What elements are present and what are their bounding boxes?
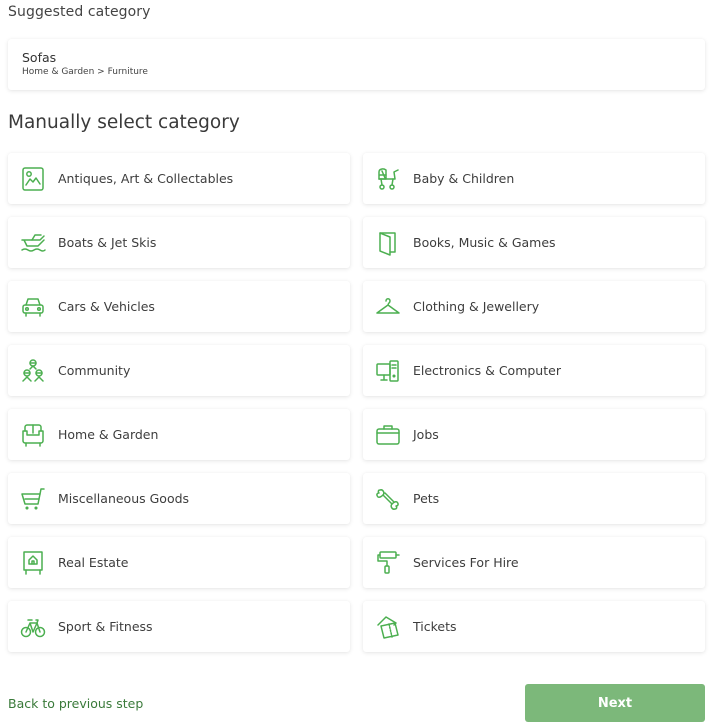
- people-icon: [20, 358, 46, 384]
- category-cars[interactable]: Cars & Vehicles: [8, 281, 350, 332]
- category-label: Books, Music & Games: [413, 235, 556, 250]
- briefcase-icon: [375, 422, 401, 448]
- category-community[interactable]: Community: [8, 345, 350, 396]
- category-label: Sport & Fitness: [58, 619, 153, 634]
- book-icon: [375, 230, 401, 256]
- suggested-category-label: Suggested category: [8, 4, 151, 20]
- category-tickets[interactable]: Tickets: [363, 601, 705, 652]
- boat-icon: [20, 230, 46, 256]
- category-label: Home & Garden: [58, 427, 159, 442]
- category-misc-goods[interactable]: Miscellaneous Goods: [8, 473, 350, 524]
- category-baby-children[interactable]: Baby & Children: [363, 153, 705, 204]
- suggested-category-card[interactable]: Sofas Home & Garden > Furniture: [8, 39, 705, 90]
- category-label: Baby & Children: [413, 171, 515, 186]
- tickets-icon: [375, 614, 401, 640]
- picture-frame-icon: [20, 166, 46, 192]
- suggested-category-path: Home & Garden > Furniture: [22, 67, 148, 77]
- paint-roller-icon: [375, 550, 401, 576]
- next-button[interactable]: Next: [525, 684, 705, 722]
- suggested-category-title: Sofas: [22, 50, 57, 65]
- category-electronics[interactable]: Electronics & Computer: [363, 345, 705, 396]
- category-label: Miscellaneous Goods: [58, 491, 190, 506]
- car-icon: [20, 294, 46, 320]
- category-clothing[interactable]: Clothing & Jewellery: [363, 281, 705, 332]
- category-label: Clothing & Jewellery: [413, 299, 540, 314]
- house-sign-icon: [20, 550, 46, 576]
- category-antiques[interactable]: Antiques, Art & Collectables: [8, 153, 350, 204]
- back-to-previous-step-link[interactable]: Back to previous step: [8, 696, 143, 711]
- category-label: Electronics & Computer: [413, 363, 561, 378]
- category-real-estate[interactable]: Real Estate: [8, 537, 350, 588]
- shopping-cart-icon: [20, 486, 46, 512]
- category-services[interactable]: Services For Hire: [363, 537, 705, 588]
- category-label: Community: [58, 363, 131, 378]
- category-books[interactable]: Books, Music & Games: [363, 217, 705, 268]
- category-label: Pets: [413, 491, 440, 506]
- category-label: Real Estate: [58, 555, 129, 570]
- category-label: Jobs: [413, 427, 439, 442]
- bicycle-icon: [20, 614, 46, 640]
- category-label: Services For Hire: [413, 555, 519, 570]
- category-pets[interactable]: Pets: [363, 473, 705, 524]
- category-label: Boats & Jet Skis: [58, 235, 157, 250]
- category-home-garden[interactable]: Home & Garden: [8, 409, 350, 460]
- category-jobs[interactable]: Jobs: [363, 409, 705, 460]
- computer-icon: [375, 358, 401, 384]
- hanger-icon: [375, 294, 401, 320]
- category-label: Tickets: [413, 619, 457, 634]
- category-boats[interactable]: Boats & Jet Skis: [8, 217, 350, 268]
- bone-icon: [375, 486, 401, 512]
- pram-icon: [375, 166, 401, 192]
- sofa-icon: [20, 422, 46, 448]
- category-label: Antiques, Art & Collectables: [58, 171, 234, 186]
- category-label: Cars & Vehicles: [58, 299, 155, 314]
- manual-category-heading: Manually select category: [8, 112, 240, 133]
- category-sport-fitness[interactable]: Sport & Fitness: [8, 601, 350, 652]
